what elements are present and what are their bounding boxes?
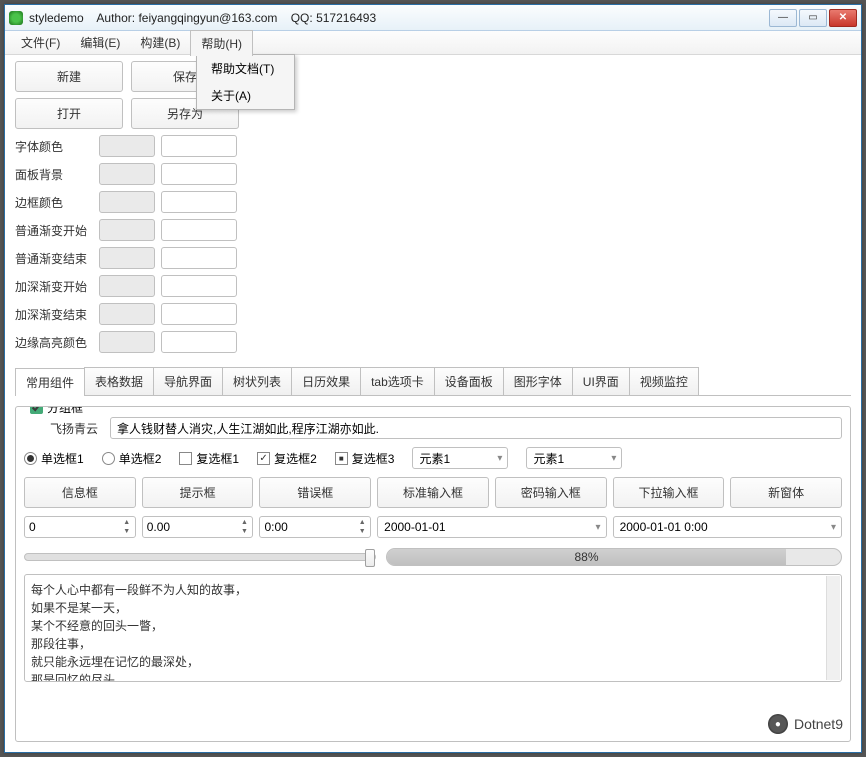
spin-int[interactable]: 0▲▼	[24, 516, 136, 538]
minimize-button[interactable]: —	[769, 9, 797, 27]
menu-help-about[interactable]: 关于(A)	[197, 82, 294, 109]
spin-down-icon[interactable]: ▼	[355, 527, 369, 536]
grad-normal-end-input[interactable]	[161, 247, 237, 269]
tab-tree[interactable]: 树状列表	[222, 367, 292, 395]
grad-normal-end-swatch[interactable]	[99, 247, 155, 269]
tab-calendar[interactable]: 日历效果	[291, 367, 361, 395]
prop-label: 普通渐变开始	[15, 222, 93, 239]
border-color-input[interactable]	[161, 191, 237, 213]
grad-deep-end-swatch[interactable]	[99, 303, 155, 325]
row1-label: 飞扬青云	[24, 420, 104, 437]
radio1[interactable]: 单选框1	[24, 450, 84, 467]
edge-highlight-swatch[interactable]	[99, 331, 155, 353]
font-color-swatch[interactable]	[99, 135, 155, 157]
groupbox: 分组框 飞扬青云 单选框1 单选框2 复选框1 复选框2 复选框3 元素1 元素…	[15, 406, 851, 742]
grad-normal-start-swatch[interactable]	[99, 219, 155, 241]
titlebar: styledemo Author: feiyangqingyun@163.com…	[5, 5, 861, 31]
close-button[interactable]: ✕	[829, 9, 857, 27]
menu-help-docs[interactable]: 帮助文档(T)	[197, 55, 294, 82]
menubar: 文件(F) 编辑(E) 构建(B) 帮助(H) 帮助文档(T) 关于(A)	[5, 31, 861, 55]
stdinput-button[interactable]: 标准输入框	[377, 477, 489, 508]
slider[interactable]	[24, 553, 376, 561]
spin-up-icon[interactable]: ▲	[355, 518, 369, 527]
groupbox-legend[interactable]: 分组框	[26, 406, 87, 416]
checkbox2[interactable]: 复选框2	[257, 450, 317, 467]
menu-edit[interactable]: 编辑(E)	[70, 30, 130, 55]
new-button[interactable]: 新建	[15, 61, 123, 92]
textarea[interactable]: 每个人心中都有一段鲜不为人知的故事， 如果不是某一天， 某个不经意的回头一瞥， …	[24, 574, 842, 682]
newwin-button[interactable]: 新窗体	[730, 477, 842, 508]
dropinput-button[interactable]: 下拉输入框	[613, 477, 725, 508]
content: 新建 保存 打开 另存为 字体颜色 面板背景 边框颜色 普通渐变开始 普通渐变结…	[5, 55, 861, 752]
prop-label: 字体颜色	[15, 138, 93, 155]
menu-build[interactable]: 构建(B)	[130, 30, 190, 55]
app-icon	[9, 11, 23, 25]
slider-thumb[interactable]	[365, 549, 375, 567]
select1[interactable]: 元素1	[412, 447, 508, 469]
maximize-button[interactable]: ▭	[799, 9, 827, 27]
grad-deep-end-input[interactable]	[161, 303, 237, 325]
spin-time[interactable]: 0:00▲▼	[259, 516, 371, 538]
grad-normal-start-input[interactable]	[161, 219, 237, 241]
panel-bg-swatch[interactable]	[99, 163, 155, 185]
spin-down-icon[interactable]: ▼	[237, 527, 251, 536]
scrollbar[interactable]	[826, 576, 840, 680]
edge-highlight-input[interactable]	[161, 331, 237, 353]
prop-label: 边框颜色	[15, 194, 93, 211]
select2[interactable]: 元素1	[526, 447, 622, 469]
tab-tabcard[interactable]: tab选项卡	[360, 367, 435, 395]
date-field[interactable]: 2000-01-01	[377, 516, 606, 538]
spin-double[interactable]: 0.00▲▼	[142, 516, 254, 538]
checkbox3[interactable]: 复选框3	[335, 450, 395, 467]
grad-deep-start-input[interactable]	[161, 275, 237, 297]
prop-label: 加深渐变结束	[15, 306, 93, 323]
tab-ui[interactable]: UI界面	[572, 367, 630, 395]
tab-video[interactable]: 视频监控	[629, 367, 699, 395]
help-dropdown: 帮助文档(T) 关于(A)	[196, 54, 295, 110]
spin-up-icon[interactable]: ▲	[120, 518, 134, 527]
textarea-content: 每个人心中都有一段鲜不为人知的故事， 如果不是某一天， 某个不经意的回头一瞥， …	[31, 581, 835, 682]
radio2[interactable]: 单选框2	[102, 450, 162, 467]
window: styledemo Author: feiyangqingyun@163.com…	[4, 4, 862, 753]
info-button[interactable]: 信息框	[24, 477, 136, 508]
groupbox-title: 分组框	[47, 406, 83, 416]
groupbox-checkbox[interactable]	[30, 406, 43, 414]
error-button[interactable]: 错误框	[259, 477, 371, 508]
progressbar: 88%	[386, 548, 842, 566]
menu-file[interactable]: 文件(F)	[11, 30, 70, 55]
row1-input[interactable]	[110, 417, 842, 439]
pwdinput-button[interactable]: 密码输入框	[495, 477, 607, 508]
spin-up-icon[interactable]: ▲	[237, 518, 251, 527]
window-controls: — ▭ ✕	[769, 9, 857, 27]
tab-nav[interactable]: 导航界面	[153, 367, 223, 395]
hint-button[interactable]: 提示框	[142, 477, 254, 508]
prop-label: 边缘高亮颜色	[15, 334, 93, 351]
tab-device[interactable]: 设备面板	[434, 367, 504, 395]
tabs: 常用组件 表格数据 导航界面 树状列表 日历效果 tab选项卡 设备面板 图形字…	[15, 367, 851, 396]
prop-label: 加深渐变开始	[15, 278, 93, 295]
tab-iconfont[interactable]: 图形字体	[503, 367, 573, 395]
checkbox1[interactable]: 复选框1	[179, 450, 239, 467]
menu-help[interactable]: 帮助(H)	[190, 30, 253, 56]
prop-label: 普通渐变结束	[15, 250, 93, 267]
font-color-input[interactable]	[161, 135, 237, 157]
window-title: styledemo Author: feiyangqingyun@163.com…	[29, 11, 769, 25]
tab-table[interactable]: 表格数据	[84, 367, 154, 395]
datetime-field[interactable]: 2000-01-01 0:00	[613, 516, 842, 538]
border-color-swatch[interactable]	[99, 191, 155, 213]
tab-common[interactable]: 常用组件	[15, 368, 85, 396]
panel-bg-input[interactable]	[161, 163, 237, 185]
grad-deep-start-swatch[interactable]	[99, 275, 155, 297]
prop-label: 面板背景	[15, 166, 93, 183]
open-button[interactable]: 打开	[15, 98, 123, 129]
spin-down-icon[interactable]: ▼	[120, 527, 134, 536]
progress-text: 88%	[574, 550, 598, 564]
